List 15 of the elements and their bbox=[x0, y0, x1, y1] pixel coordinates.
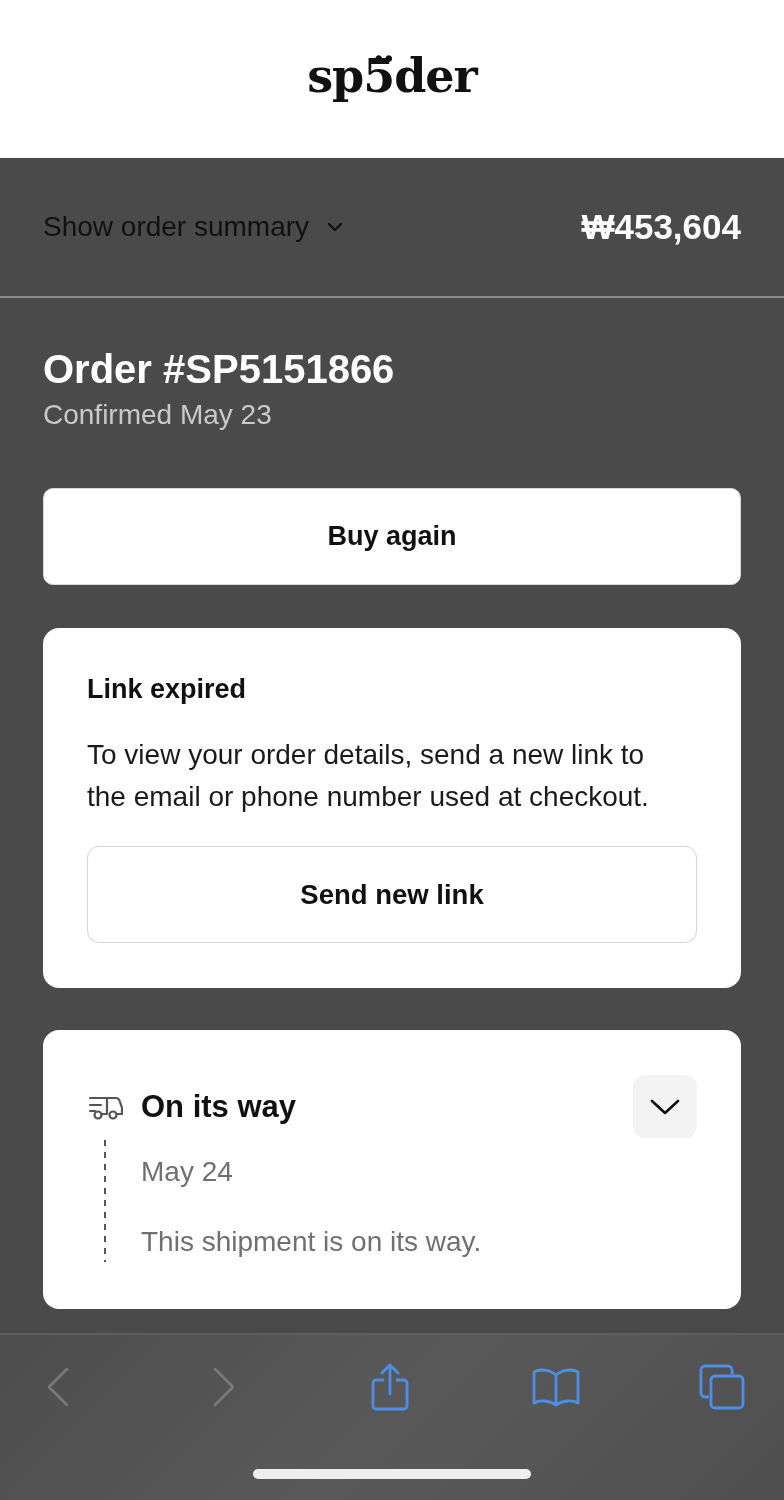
book-icon[interactable] bbox=[531, 1367, 581, 1407]
confirmed-date: Confirmed May 23 bbox=[43, 399, 273, 431]
send-new-link-button[interactable]: Send new link bbox=[87, 846, 697, 943]
overlapping-squares-icon[interactable] bbox=[699, 1364, 745, 1410]
card-message: To view your order details, send a new link to the email or phone number used at checkout. bbox=[87, 738, 650, 814]
order-total: ₩453,604 bbox=[581, 207, 741, 247]
shipment-status: On its way bbox=[141, 1088, 298, 1125]
order-title: Order #SP5151866 bbox=[43, 346, 396, 392]
expand-button[interactable] bbox=[633, 1075, 697, 1138]
brand-logo[interactable]: sp5̈der bbox=[307, 49, 477, 109]
card-title: Link expired bbox=[87, 673, 248, 705]
buy-again-button[interactable]: Buy again bbox=[43, 488, 741, 585]
shipment-message: This shipment is on its way. bbox=[141, 1226, 482, 1258]
shipment-date: May 24 bbox=[141, 1156, 234, 1188]
share-icon[interactable] bbox=[370, 1363, 410, 1411]
